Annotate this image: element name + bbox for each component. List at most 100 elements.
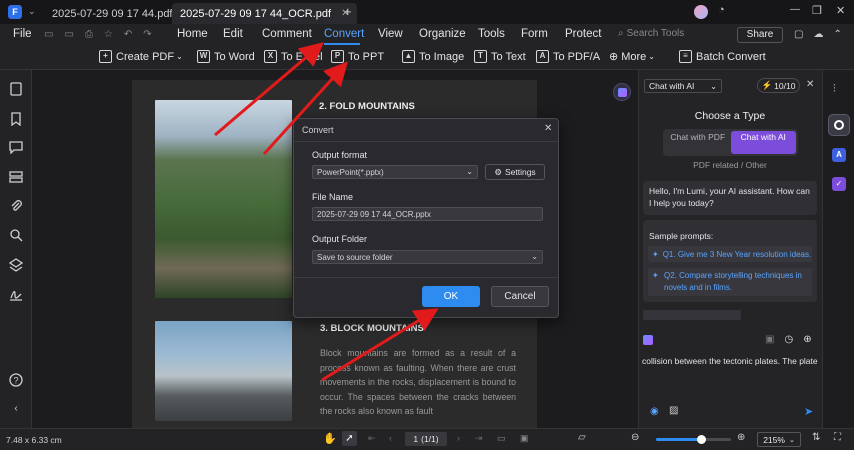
star-icon[interactable]: ☆ xyxy=(104,29,113,40)
credits-badge[interactable]: ⚡ 10/10 xyxy=(757,78,800,93)
menu-home[interactable]: Home xyxy=(177,28,208,40)
comment-icon[interactable] xyxy=(9,140,23,154)
output-folder-select[interactable]: Save to source folder ⌄ xyxy=(312,250,543,264)
bell-icon[interactable]: ◔ xyxy=(718,4,725,16)
settings-button[interactable]: ⚙ Settings xyxy=(485,164,545,180)
sample-prompt-2[interactable]: ✦ Q2. Compare storytelling techniques in … xyxy=(648,268,812,296)
ai-input-text[interactable]: collision between the tectonic plates. T… xyxy=(642,356,818,366)
attachment-icon[interactable] xyxy=(9,199,23,213)
layers-list-icon[interactable] xyxy=(9,170,23,184)
zoom-out-icon[interactable]: ⊖ xyxy=(631,432,639,443)
lightbulb-icon[interactable]: ◉ xyxy=(650,406,659,417)
dialog-divider xyxy=(294,141,558,142)
output-format-value: PowerPoint(*.pptx) xyxy=(317,168,384,177)
search-icon[interactable] xyxy=(9,228,23,242)
comment-icon[interactable]: ▢ xyxy=(794,29,803,40)
read-mode-icon[interactable]: ▱ xyxy=(578,432,586,443)
zoom-select[interactable]: 215% ⌄ xyxy=(757,432,801,447)
first-page-icon[interactable]: ⇤ xyxy=(368,433,376,444)
quick-access-icons: ▭ ▭ ⎙ ☆ ↶ ↷ xyxy=(44,29,152,40)
layers-icon[interactable] xyxy=(9,258,23,272)
block-mountains-paragraph: Block mountains are formed as a result o… xyxy=(320,348,516,416)
menu-protect[interactable]: Protect xyxy=(565,28,601,40)
close-panel-icon[interactable]: ✕ xyxy=(806,79,814,90)
window-minimize-icon[interactable]: — xyxy=(790,4,800,15)
collapse-icon[interactable]: ⌃ xyxy=(833,29,841,40)
window-restore-icon[interactable]: ❐ xyxy=(812,4,822,17)
batch-convert-button[interactable]: ≡ Batch Convert xyxy=(679,50,766,63)
new-chat-icon[interactable]: ⊕ xyxy=(803,334,811,345)
help-icon[interactable]: ? xyxy=(9,373,23,387)
select-tool-icon[interactable]: ➚ xyxy=(342,431,357,446)
prompt-library-icon[interactable]: ▣ xyxy=(765,334,774,345)
loading-bar xyxy=(643,310,741,320)
type-toggle: Chat with PDF Chat with AI xyxy=(663,129,798,156)
page-layout-icon[interactable]: ▣ xyxy=(520,433,529,444)
settings-label: Settings xyxy=(504,167,536,177)
next-page-icon[interactable]: › xyxy=(457,433,460,443)
chat-with-ai-option[interactable]: Chat with AI xyxy=(730,131,796,154)
send-icon[interactable]: ➤ xyxy=(804,405,813,418)
zoom-in-icon[interactable]: ⊕ xyxy=(737,432,745,443)
redo-icon[interactable]: ↷ xyxy=(143,29,151,40)
new-tab-icon[interactable]: + xyxy=(344,4,352,19)
chevron-down-icon[interactable]: ⌄ xyxy=(28,6,36,17)
prev-page-icon[interactable]: ‹ xyxy=(389,433,392,443)
pdfa-icon: A xyxy=(536,50,549,63)
menu-organize[interactable]: Organize xyxy=(419,28,466,40)
open-icon[interactable]: ▭ xyxy=(64,29,73,40)
ai-assist-float-icon[interactable] xyxy=(613,83,631,101)
ai-mode-select[interactable]: Chat with AI ⌄ xyxy=(644,79,722,93)
file-name-input[interactable]: 2025-07-29 09 17 44_OCR.pptx xyxy=(312,207,543,221)
fit-width-icon[interactable]: ⇅ xyxy=(812,432,820,443)
menu-convert[interactable]: Convert xyxy=(324,28,364,40)
to-image-button[interactable]: ▲ To Image xyxy=(402,50,464,63)
menu-file[interactable]: File xyxy=(13,28,32,40)
signature-icon[interactable] xyxy=(9,287,23,301)
properties-icon[interactable]: ⫶ xyxy=(833,83,836,96)
to-text-button[interactable]: T To Text xyxy=(474,50,526,63)
hand-tool-icon[interactable]: ✋ xyxy=(323,432,337,445)
cloud-icon[interactable]: ☁ xyxy=(813,29,823,40)
cancel-button[interactable]: Cancel xyxy=(491,286,549,307)
menu-edit[interactable]: Edit xyxy=(223,28,243,40)
window-close-icon[interactable]: ✕ xyxy=(836,4,845,17)
undo-icon[interactable]: ↶ xyxy=(124,29,132,40)
last-page-icon[interactable]: ⇥ xyxy=(475,433,483,444)
zoom-slider[interactable] xyxy=(656,435,731,444)
sample-prompt-1[interactable]: ✦ Q1. Give me 3 New Year resolution ideas… xyxy=(648,246,812,262)
page-number-field[interactable]: 1 (1/1) xyxy=(405,432,447,446)
save-icon[interactable]: ▭ xyxy=(44,29,53,40)
menu-view[interactable]: View xyxy=(378,28,403,40)
share-button[interactable]: Share xyxy=(737,27,783,43)
tab-document-2[interactable]: 2025-07-29 09 17 44_OCR.pdf ✕ xyxy=(172,3,358,24)
menu-form[interactable]: Form xyxy=(521,28,548,40)
avatar[interactable] xyxy=(694,5,708,19)
bookmark-icon[interactable] xyxy=(9,112,23,126)
collapse-left-icon[interactable]: ‹ xyxy=(9,403,23,417)
to-excel-button[interactable]: X To Excel xyxy=(264,50,323,63)
history-icon[interactable]: ◷ xyxy=(784,334,793,345)
more-button[interactable]: ⊕ More ⌄ xyxy=(609,50,655,64)
to-pdfa-button[interactable]: A To PDF/A xyxy=(536,50,600,63)
zoom-slider-handle[interactable] xyxy=(697,435,706,444)
ai-assistant-icon[interactable] xyxy=(828,114,850,136)
page-thumbnail-icon[interactable] xyxy=(9,82,23,96)
print-icon[interactable]: ⎙ xyxy=(85,29,93,40)
ok-button[interactable]: OK xyxy=(422,286,480,307)
output-format-select[interactable]: PowerPoint(*.pptx) ⌄ xyxy=(312,165,478,179)
menu-comment[interactable]: Comment xyxy=(262,28,312,40)
fit-page-icon[interactable]: ▭ xyxy=(497,433,506,444)
fullscreen-icon[interactable]: ⛶ xyxy=(834,432,841,443)
to-ppt-button[interactable]: P To PPT xyxy=(331,50,384,63)
menu-tools[interactable]: Tools xyxy=(478,28,505,40)
proofread-icon[interactable]: ✓ xyxy=(832,177,846,191)
dialog-close-icon[interactable]: ✕ xyxy=(544,123,552,134)
search-tools[interactable]: ⌕ Search Tools xyxy=(618,28,684,39)
chat-with-pdf-option[interactable]: Chat with PDF xyxy=(665,131,731,154)
create-pdf-button[interactable]: + Create PDF ⌄ xyxy=(99,50,183,63)
translate-icon[interactable]: A xyxy=(832,148,846,162)
zoom-value: 215% xyxy=(763,434,785,445)
image-upload-icon[interactable]: ▨ xyxy=(669,405,678,416)
to-word-button[interactable]: W To Word xyxy=(197,50,255,63)
